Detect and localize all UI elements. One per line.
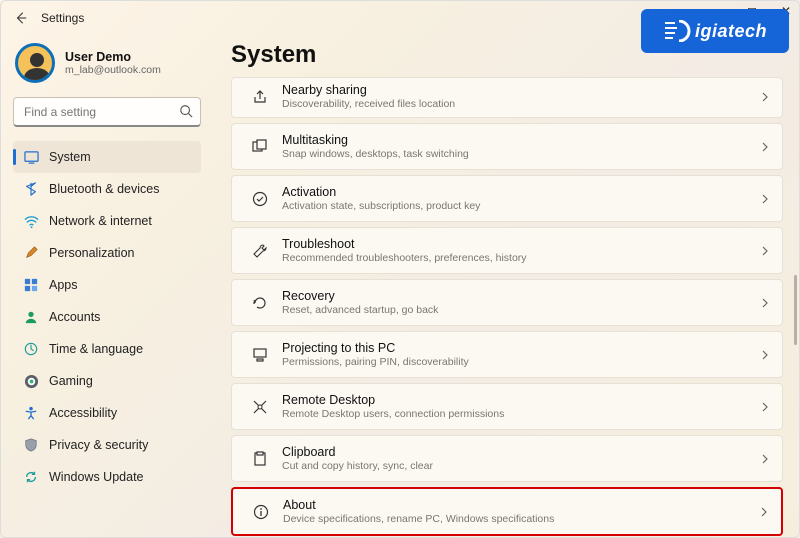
- multitask-icon: [246, 139, 274, 155]
- apps-icon: [23, 278, 39, 292]
- info-icon: [247, 504, 275, 520]
- sidebar-item-apps[interactable]: Apps: [13, 269, 201, 301]
- card-title: Projecting to this PC: [282, 341, 760, 355]
- sidebar-item-label: Privacy & security: [49, 438, 148, 452]
- clipboard-icon: [246, 451, 274, 467]
- chevron-right-icon: [760, 454, 770, 464]
- clock-globe-icon: [23, 342, 39, 356]
- chevron-right-icon: [760, 194, 770, 204]
- chevron-right-icon: [760, 402, 770, 412]
- user-account-row[interactable]: User Demo m_lab@outlook.com: [15, 43, 201, 83]
- sidebar-item-label: Gaming: [49, 374, 93, 388]
- sidebar-item-bluetooth[interactable]: Bluetooth & devices: [13, 173, 201, 205]
- scrollbar-thumb[interactable]: [794, 275, 797, 345]
- sidebar-item-label: System: [49, 150, 91, 164]
- sidebar-item-network[interactable]: Network & internet: [13, 205, 201, 237]
- chevron-right-icon: [759, 507, 769, 517]
- sidebar-item-personalization[interactable]: Personalization: [13, 237, 201, 269]
- sidebar-item-label: Bluetooth & devices: [49, 182, 160, 196]
- watermark-text: igiatech: [695, 21, 767, 42]
- card-title: Remote Desktop: [282, 393, 760, 407]
- card-title: About: [283, 498, 759, 512]
- chevron-right-icon: [760, 298, 770, 308]
- sidebar: User Demo m_lab@outlook.com System Bluet…: [1, 35, 211, 537]
- recovery-icon: [246, 295, 274, 311]
- card-multitasking[interactable]: Multitasking Snap windows, desktops, tas…: [231, 123, 783, 170]
- chevron-right-icon: [760, 92, 770, 102]
- watermark-logo-icon: [663, 20, 691, 42]
- remote-icon: [246, 399, 274, 415]
- card-title: Clipboard: [282, 445, 760, 459]
- sidebar-item-accessibility[interactable]: Accessibility: [13, 397, 201, 429]
- project-icon: [246, 347, 274, 363]
- sidebar-item-system[interactable]: System: [13, 141, 201, 173]
- settings-card-list: Nearby sharing Discoverability, received…: [231, 77, 783, 536]
- card-subtitle: Permissions, pairing PIN, discoverabilit…: [282, 356, 760, 368]
- card-subtitle: Reset, advanced startup, go back: [282, 304, 760, 316]
- card-subtitle: Snap windows, desktops, task switching: [282, 148, 760, 160]
- person-icon: [23, 310, 39, 324]
- card-nearby-sharing[interactable]: Nearby sharing Discoverability, received…: [231, 77, 783, 118]
- brush-icon: [23, 246, 39, 260]
- card-subtitle: Recommended troubleshooters, preferences…: [282, 252, 760, 264]
- gaming-icon: [23, 374, 39, 389]
- share-icon: [246, 89, 274, 105]
- card-projecting[interactable]: Projecting to this PC Permissions, pairi…: [231, 331, 783, 378]
- update-icon: [23, 470, 39, 484]
- shield-icon: [23, 438, 39, 452]
- card-title: Nearby sharing: [282, 83, 760, 97]
- card-activation[interactable]: Activation Activation state, subscriptio…: [231, 175, 783, 222]
- search-input[interactable]: [13, 97, 201, 127]
- user-name: User Demo: [65, 50, 161, 64]
- card-subtitle: Device specifications, rename PC, Window…: [283, 513, 759, 525]
- sidebar-item-accounts[interactable]: Accounts: [13, 301, 201, 333]
- search-wrapper: [13, 97, 201, 127]
- sidebar-item-label: Windows Update: [49, 470, 144, 484]
- sidebar-item-time-language[interactable]: Time & language: [13, 333, 201, 365]
- card-title: Troubleshoot: [282, 237, 760, 251]
- card-troubleshoot[interactable]: Troubleshoot Recommended troubleshooters…: [231, 227, 783, 274]
- avatar: [15, 43, 55, 83]
- check-circle-icon: [246, 191, 274, 207]
- system-icon: [23, 150, 39, 165]
- card-title: Multitasking: [282, 133, 760, 147]
- card-title: Recovery: [282, 289, 760, 303]
- back-button[interactable]: [7, 4, 35, 32]
- sidebar-item-windows-update[interactable]: Windows Update: [13, 461, 201, 493]
- card-clipboard[interactable]: Clipboard Cut and copy history, sync, cl…: [231, 435, 783, 482]
- search-icon: [179, 104, 193, 118]
- main-content: System Nearby sharing Discoverability, r…: [211, 35, 799, 537]
- sidebar-item-label: Network & internet: [49, 214, 152, 228]
- watermark-badge: igiatech: [641, 9, 789, 53]
- sidebar-item-privacy[interactable]: Privacy & security: [13, 429, 201, 461]
- card-subtitle: Discoverability, received files location: [282, 98, 760, 110]
- sidebar-nav: System Bluetooth & devices Network & int…: [13, 141, 201, 493]
- card-subtitle: Activation state, subscriptions, product…: [282, 200, 760, 212]
- card-recovery[interactable]: Recovery Reset, advanced startup, go bac…: [231, 279, 783, 326]
- sidebar-item-label: Apps: [49, 278, 78, 292]
- window-title: Settings: [41, 11, 84, 25]
- chevron-right-icon: [760, 350, 770, 360]
- chevron-right-icon: [760, 142, 770, 152]
- card-subtitle: Cut and copy history, sync, clear: [282, 460, 760, 472]
- bluetooth-icon: [23, 182, 39, 196]
- card-subtitle: Remote Desktop users, connection permiss…: [282, 408, 760, 420]
- wrench-icon: [246, 243, 274, 259]
- arrow-left-icon: [14, 11, 28, 25]
- sidebar-item-gaming[interactable]: Gaming: [13, 365, 201, 397]
- sidebar-item-label: Personalization: [49, 246, 134, 260]
- sidebar-item-label: Accessibility: [49, 406, 117, 420]
- sidebar-item-label: Accounts: [49, 310, 100, 324]
- chevron-right-icon: [760, 246, 770, 256]
- user-email: m_lab@outlook.com: [65, 64, 161, 76]
- sidebar-item-label: Time & language: [49, 342, 143, 356]
- card-remote-desktop[interactable]: Remote Desktop Remote Desktop users, con…: [231, 383, 783, 430]
- card-title: Activation: [282, 185, 760, 199]
- card-about[interactable]: About Device specifications, rename PC, …: [231, 487, 783, 536]
- wifi-icon: [23, 214, 39, 229]
- accessibility-icon: [23, 406, 39, 420]
